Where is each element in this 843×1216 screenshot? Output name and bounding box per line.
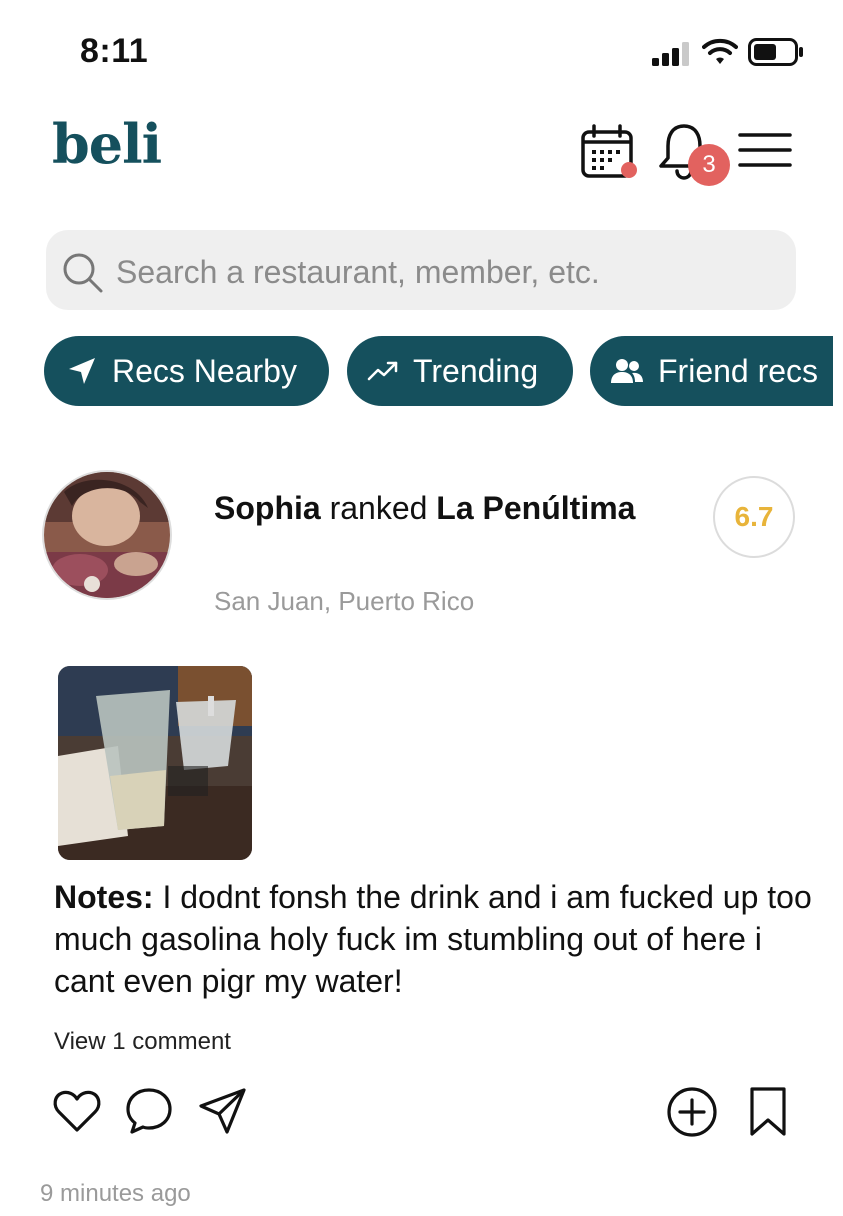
trending-up-icon (367, 361, 398, 381)
post-photo[interactable] (58, 666, 252, 860)
notes-text: I dodnt fonsh the drink and i am fucked … (54, 879, 812, 999)
search-icon (63, 253, 103, 293)
hamburger-menu-icon[interactable] (738, 130, 792, 170)
add-circle-icon[interactable] (666, 1086, 718, 1138)
wifi-icon (702, 38, 738, 64)
recs-nearby-chip[interactable]: Recs Nearby (44, 336, 329, 406)
post-action: ranked (329, 490, 428, 526)
bookmark-icon[interactable] (748, 1086, 788, 1138)
search-input[interactable] (116, 250, 776, 294)
avatar[interactable] (44, 472, 170, 598)
post-title: Sophia ranked La Penúltima (214, 484, 674, 532)
send-icon[interactable] (198, 1086, 248, 1136)
beli-logo: beli (52, 112, 162, 176)
location-arrow-icon (69, 358, 95, 384)
avatar-photo (44, 472, 170, 598)
friend-recs-label: Friend recs (658, 352, 819, 389)
post-location: San Juan, Puerto Rico (214, 586, 475, 616)
status-time: 8:11 (80, 32, 149, 70)
recs-nearby-label: Recs Nearby (112, 352, 297, 389)
drink-photo (58, 666, 252, 860)
trending-label: Trending (413, 352, 539, 389)
notification-badge: 3 (688, 144, 730, 186)
post-notes: Notes: I dodnt fonsh the drink and i am … (54, 876, 814, 1002)
heart-icon[interactable] (52, 1086, 102, 1136)
post-timestamp: 9 minutes ago (40, 1180, 191, 1207)
cellular-signal-icon (652, 42, 689, 66)
score-badge: 6.7 (713, 476, 795, 558)
calendar-indicator-dot (621, 162, 637, 178)
people-icon (611, 359, 643, 383)
post-restaurant[interactable]: La Penúltima (436, 490, 635, 526)
friend-recs-chip[interactable]: Friend recs (590, 336, 833, 406)
trending-chip[interactable]: Trending (347, 336, 573, 406)
notes-label: Notes: (54, 879, 154, 915)
battery-icon (748, 38, 803, 66)
comment-icon[interactable] (124, 1086, 174, 1136)
view-comments-link[interactable]: View 1 comment (54, 1028, 231, 1056)
post-username[interactable]: Sophia (214, 490, 321, 526)
